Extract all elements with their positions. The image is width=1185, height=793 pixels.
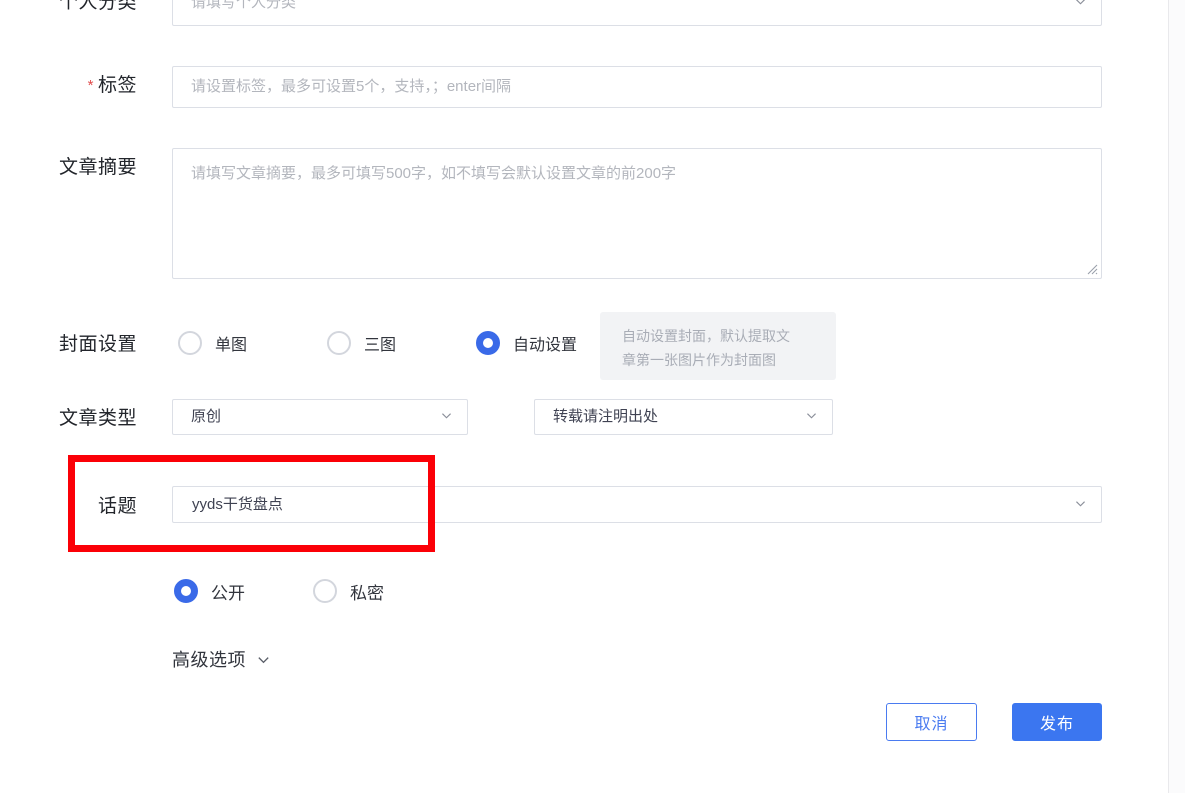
label-tags: * 标签 xyxy=(0,73,137,99)
cover-settings-tooltip: 自动设置封面，默认提取文 章第一张图片作为封面图 xyxy=(600,312,836,380)
label-topic: 话题 xyxy=(0,494,137,520)
tags-input[interactable]: 请设置标签，最多可设置5个，支持，；enter间隔 xyxy=(172,66,1102,108)
label-article-summary: 文章摘要 xyxy=(0,155,137,181)
label-cover-settings: 封面设置 xyxy=(0,332,137,358)
advanced-options-toggle[interactable]: 高级选项 xyxy=(172,646,271,672)
radio-circle-icon xyxy=(313,579,337,603)
radio-cover-single[interactable]: 单图 xyxy=(178,330,247,356)
label-article-type-text: 文章类型 xyxy=(58,408,137,429)
chevron-down-icon xyxy=(1074,497,1087,510)
tags-input-placeholder: 请设置标签，最多可设置5个，支持，；enter间隔 xyxy=(191,78,512,95)
publish-form-page: 个人分类 请填写个人分类 * 标签 请设置标签，最多可设置5个，支持，；enter… xyxy=(0,0,1169,793)
article-summary-textarea[interactable]: 请填写文章摘要，最多可填写500字，如不填写会默认设置文章的前200字 xyxy=(172,148,1102,279)
publish-button[interactable]: 发布 xyxy=(1012,703,1102,741)
radio-cover-single-label: 单图 xyxy=(215,337,248,354)
label-personal-category: 个人分类 xyxy=(0,0,137,16)
radio-circle-selected-icon xyxy=(174,579,198,603)
select-repost-notice[interactable]: 转载请注明出处 xyxy=(534,399,833,435)
radio-privacy-public[interactable]: 公开 xyxy=(174,578,245,604)
label-personal-category-text: 个人分类 xyxy=(58,0,137,13)
chevron-down-icon xyxy=(256,652,271,667)
chevron-down-icon xyxy=(805,409,818,422)
select-repost-notice-value: 转载请注明出处 xyxy=(553,408,659,425)
select-topic[interactable]: yyds干货盘点 xyxy=(172,486,1102,523)
label-tags-text: 标签 xyxy=(97,75,137,96)
label-article-summary-text: 文章摘要 xyxy=(58,157,137,178)
right-gutter xyxy=(1169,0,1185,793)
radio-cover-triple-label: 三图 xyxy=(364,337,397,354)
label-article-type: 文章类型 xyxy=(0,406,137,432)
label-cover-settings-text: 封面设置 xyxy=(58,334,137,355)
label-topic-text: 话题 xyxy=(97,496,137,517)
cancel-button-label: 取消 xyxy=(914,716,949,733)
cancel-button[interactable]: 取消 xyxy=(886,703,977,741)
cover-tooltip-line2: 章第一张图片作为封面图 xyxy=(622,352,776,368)
radio-circle-selected-icon xyxy=(476,331,500,355)
select-personal-category[interactable]: 请填写个人分类 xyxy=(172,0,1102,26)
article-summary-placeholder: 请填写文章摘要，最多可填写500字，如不填写会默认设置文章的前200字 xyxy=(191,165,677,182)
publish-button-label: 发布 xyxy=(1039,716,1074,733)
radio-privacy-private[interactable]: 私密 xyxy=(313,578,384,604)
select-article-origin-value: 原创 xyxy=(191,408,222,425)
select-personal-category-placeholder: 请填写个人分类 xyxy=(191,0,297,11)
radio-privacy-public-label: 公开 xyxy=(211,583,245,603)
radio-cover-triple[interactable]: 三图 xyxy=(327,330,396,356)
radio-privacy-private-label: 私密 xyxy=(350,583,384,603)
chevron-down-icon xyxy=(440,409,453,422)
radio-circle-icon xyxy=(178,331,202,355)
radio-circle-icon xyxy=(327,331,351,355)
advanced-options-label: 高级选项 xyxy=(172,650,246,670)
select-article-origin[interactable]: 原创 xyxy=(172,399,468,435)
radio-cover-auto-label: 自动设置 xyxy=(513,337,578,354)
resize-handle-icon[interactable] xyxy=(1084,261,1098,275)
required-asterisk: * xyxy=(87,77,94,94)
cover-tooltip-line1: 自动设置封面，默认提取文 xyxy=(622,328,790,344)
select-topic-value: yyds干货盘点 xyxy=(192,495,283,513)
radio-cover-auto[interactable]: 自动设置 xyxy=(476,330,577,356)
chevron-down-icon xyxy=(1074,0,1087,8)
